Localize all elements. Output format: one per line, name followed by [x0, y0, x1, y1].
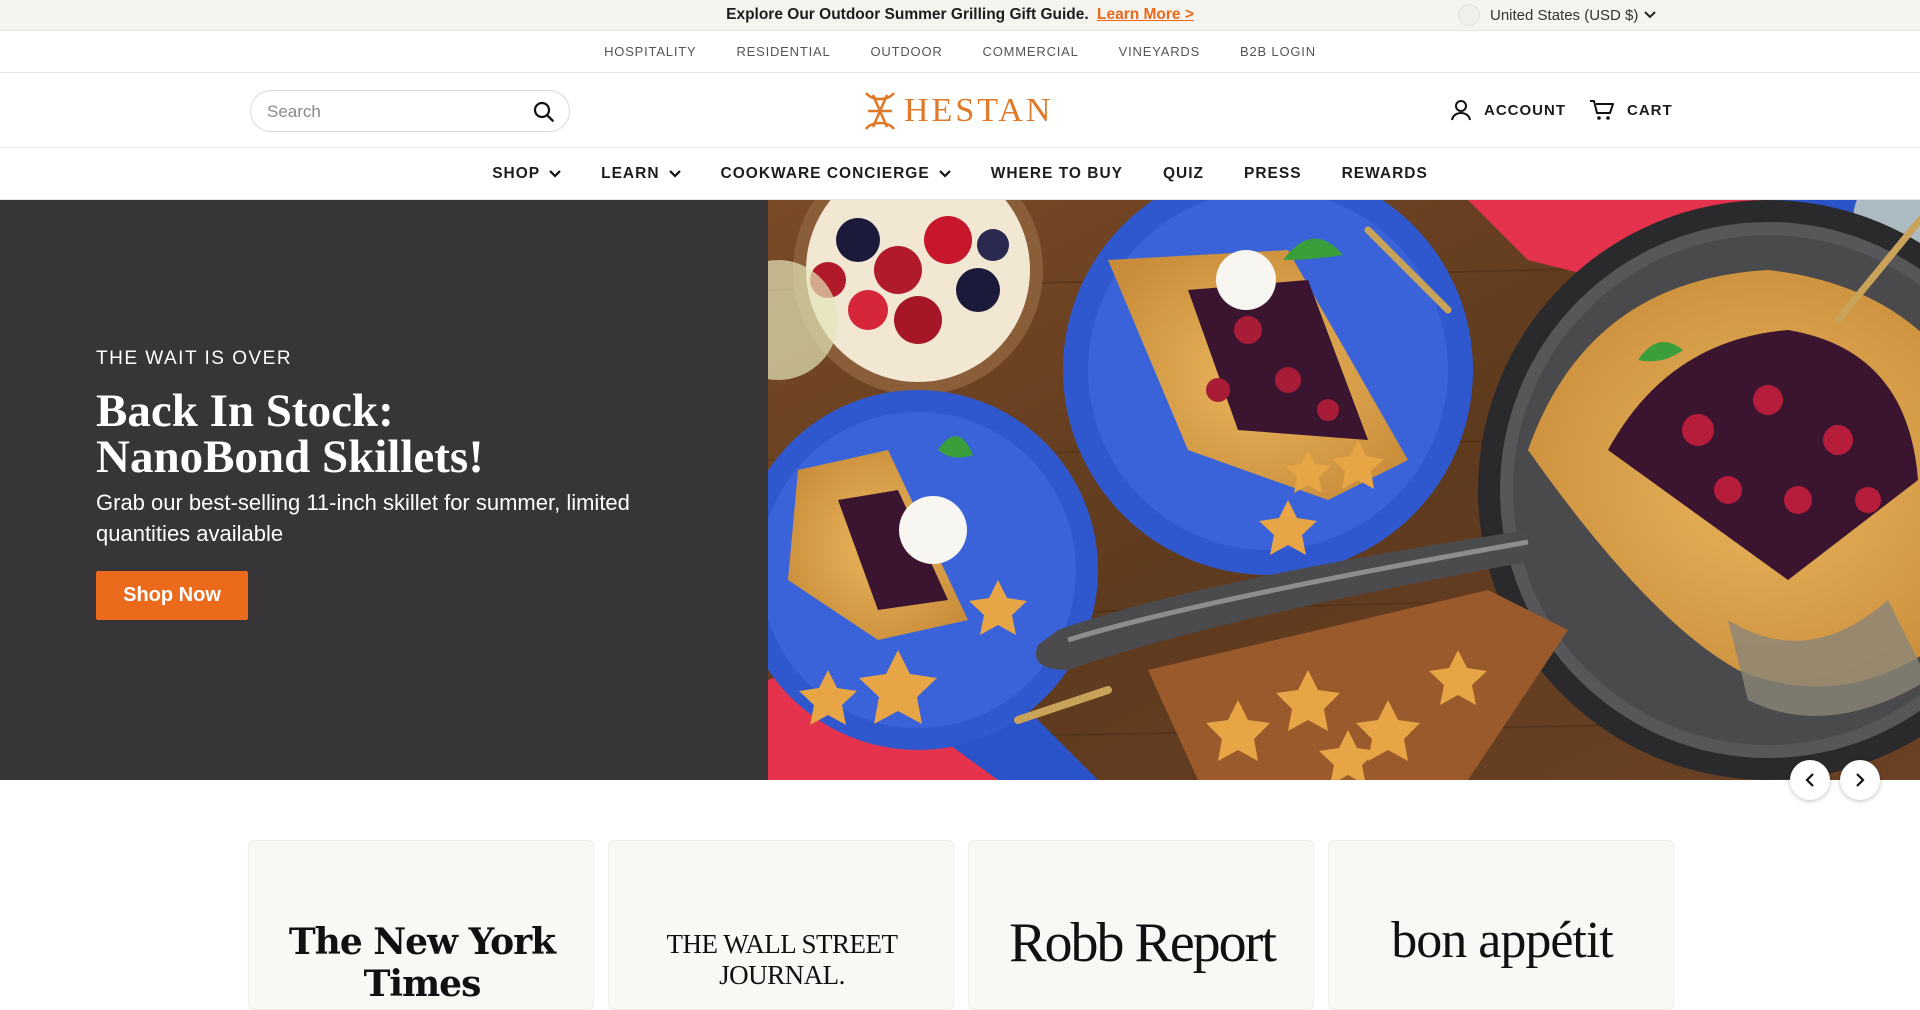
press-logo-bon-appetit: bon appétit [1391, 912, 1614, 969]
utility-link-outdoor[interactable]: OUTDOOR [871, 44, 943, 59]
utility-link-hospitality[interactable]: HOSPITALITY [604, 44, 696, 59]
shop-now-button[interactable]: Shop Now [96, 571, 248, 620]
berry-galette-photo [768, 200, 1920, 780]
chevron-right-icon [1856, 773, 1865, 787]
utility-link-commercial[interactable]: COMMERCIAL [983, 44, 1079, 59]
cart-label: CART [1627, 101, 1673, 119]
hero-headline: Back In Stock: NanoBond Skillets! [96, 385, 696, 483]
hero-eyebrow: THE WAIT IS OVER [96, 348, 293, 369]
nav-item-cookware-concierge[interactable]: COOKWARE CONCIERGE [721, 165, 951, 183]
press-logo-robb-report: Robb Report [1009, 912, 1277, 974]
chevron-down-icon [668, 169, 681, 178]
press-card-robb-report: Robb Report [968, 840, 1314, 1010]
locale-selector[interactable]: United States (USD $) [1458, 4, 1657, 26]
hero-image [768, 200, 1920, 780]
chevron-down-icon [938, 169, 951, 178]
hero-text-panel: THE WAIT IS OVER Back In Stock: NanoBond… [0, 200, 768, 780]
press-card-bon-appetit: bon appétit [1328, 840, 1674, 1010]
learn-more-link[interactable]: Learn More > [1097, 6, 1194, 23]
press-logo-nyt: The New York Times [288, 921, 556, 1005]
chevron-down-icon [549, 169, 561, 178]
nav-item-where-to-buy[interactable]: WHERE TO BUY [991, 165, 1123, 183]
announcement-text: Explore Our Outdoor Summer Grilling Gift… [726, 6, 1089, 23]
site-header: HESTAN ACCOUNT CART [0, 73, 1920, 148]
cart-icon [1590, 100, 1614, 120]
logo-wordmark: HESTAN [904, 92, 1054, 129]
account-link[interactable]: ACCOUNT [1450, 99, 1566, 121]
nav-item-label: LEARN [601, 164, 660, 182]
search-input[interactable] [267, 100, 517, 124]
nav-item-quiz[interactable]: QUIZ [1163, 165, 1204, 183]
press-card-wsj: THE WALL STREET JOURNAL. [608, 840, 954, 1010]
hero-subhead: Grab our best-selling 11-inch skillet fo… [96, 490, 630, 546]
hero-headline-line-1: Back In Stock: [96, 385, 394, 437]
chevron-left-icon [1805, 773, 1814, 787]
announcement-bar: Explore Our Outdoor Summer Grilling Gift… [0, 0, 1920, 31]
logo-mark-icon [864, 92, 896, 130]
search-box [250, 90, 570, 132]
cart-link[interactable]: CART [1589, 99, 1673, 121]
nav-item-rewards[interactable]: REWARDS [1342, 165, 1428, 183]
utility-link-b2b-login[interactable]: B2B LOGIN [1240, 44, 1316, 59]
carousel-prev-button[interactable] [1790, 760, 1830, 800]
carousel-next-button[interactable] [1840, 760, 1880, 800]
nav-item-press[interactable]: PRESS [1244, 165, 1302, 183]
nav-item-label: COOKWARE CONCIERGE [720, 164, 930, 182]
hero-banner: THE WAIT IS OVER Back In Stock: NanoBond… [0, 200, 1920, 780]
chevron-down-icon [1644, 11, 1657, 19]
press-card-nyt: The New York Times [248, 840, 594, 1010]
account-label: ACCOUNT [1484, 101, 1566, 119]
search-icon[interactable] [533, 101, 555, 123]
utility-link-vineyards[interactable]: VINEYARDS [1119, 44, 1200, 59]
press-logo-wsj: THE WALL STREET JOURNAL. [666, 929, 898, 990]
flag-icon [1458, 4, 1480, 26]
main-nav: SHOP LEARN COOKWARE CONCIERGE WHERE TO B… [0, 148, 1920, 200]
locale-label: United States (USD $) [1490, 6, 1639, 24]
utility-link-residential[interactable]: RESIDENTIAL [736, 44, 830, 59]
hero-headline-line-2: NanoBond Skillets! [96, 431, 484, 483]
nav-item-shop[interactable]: SHOP [492, 165, 561, 183]
nav-item-learn[interactable]: LEARN [601, 164, 681, 183]
hestan-logo[interactable]: HESTAN [858, 87, 1053, 135]
utility-nav: HOSPITALITY RESIDENTIAL OUTDOOR COMMERCI… [0, 31, 1920, 73]
nav-item-label: SHOP [492, 164, 541, 182]
user-icon [1451, 100, 1471, 121]
